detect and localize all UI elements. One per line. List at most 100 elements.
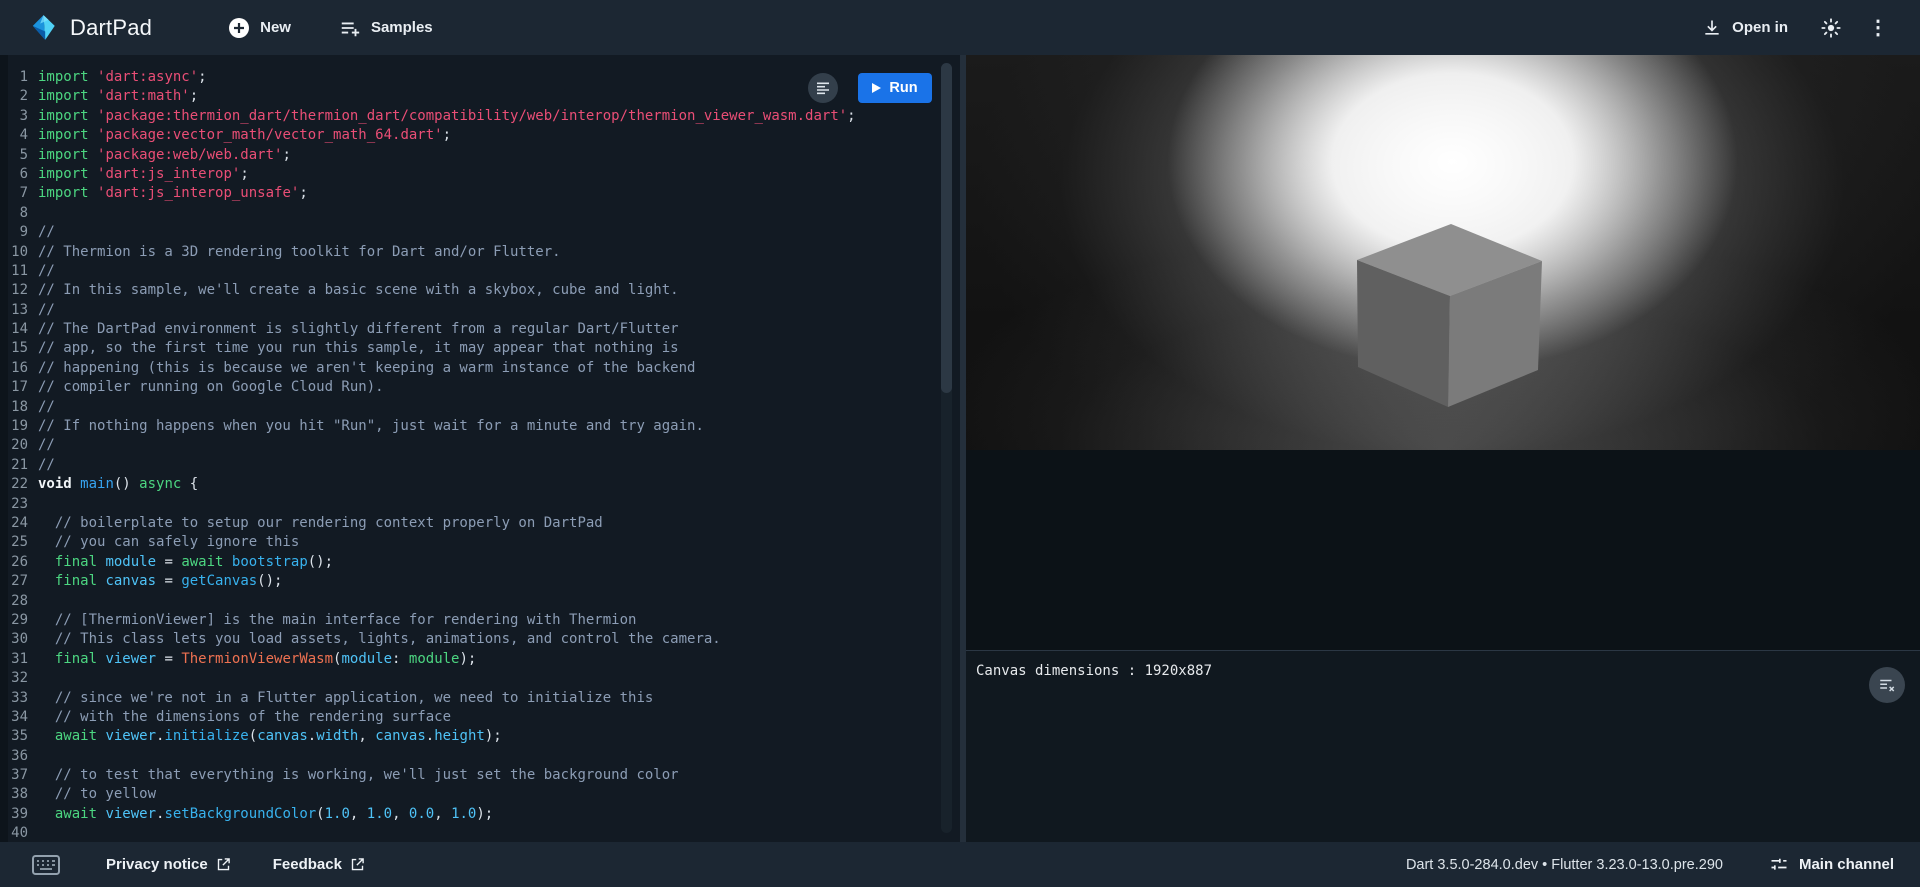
line-number: 9 xyxy=(0,223,34,242)
download-icon xyxy=(1702,18,1722,38)
format-icon xyxy=(815,80,831,96)
code-line: 10// Thermion is a 3D rendering toolkit … xyxy=(0,243,960,262)
line-number: 32 xyxy=(0,669,34,688)
channel-label: Main channel xyxy=(1799,856,1894,873)
keyboard-shortcuts-button[interactable] xyxy=(26,849,66,881)
code-line: 19// If nothing happens when you hit "Ru… xyxy=(0,417,960,436)
theme-toggle-button[interactable] xyxy=(1814,11,1848,45)
code-line: 28 xyxy=(0,592,960,611)
line-number: 35 xyxy=(0,727,34,746)
code-line: 24 // boilerplate to setup our rendering… xyxy=(0,514,960,533)
line-number: 34 xyxy=(0,708,34,727)
preview-background xyxy=(966,450,1920,650)
line-number: 36 xyxy=(0,747,34,766)
code-line: 16// happening (this is because we aren'… xyxy=(0,359,960,378)
app-title: DartPad xyxy=(70,15,152,41)
open-in-label: Open in xyxy=(1732,19,1788,36)
line-number: 8 xyxy=(0,204,34,223)
samples-button-label: Samples xyxy=(371,19,433,36)
line-number: 18 xyxy=(0,398,34,417)
line-number: 13 xyxy=(0,301,34,320)
line-number: 21 xyxy=(0,456,34,475)
code-line: 4import 'package:vector_math/vector_math… xyxy=(0,126,960,145)
run-button-label: Run xyxy=(889,80,917,96)
line-number: 15 xyxy=(0,339,34,358)
clear-console-button[interactable] xyxy=(1869,667,1905,703)
line-number: 24 xyxy=(0,514,34,533)
channel-selector[interactable]: Main channel xyxy=(1769,855,1894,875)
code-line: 35 await viewer.initialize(canvas.width,… xyxy=(0,727,960,746)
console-panel: Canvas dimensions : 1920x887 xyxy=(966,650,1920,842)
line-number: 16 xyxy=(0,359,34,378)
code-line: 22void main() async { xyxy=(0,475,960,494)
code-line: 39 await viewer.setBackgroundColor(1.0, … xyxy=(0,805,960,824)
privacy-notice-label: Privacy notice xyxy=(106,856,208,873)
code-line: 9// xyxy=(0,223,960,242)
code-line: 13// xyxy=(0,301,960,320)
line-number: 38 xyxy=(0,785,34,804)
run-button[interactable]: Run xyxy=(858,73,932,103)
header-bar: DartPad New Samples xyxy=(0,0,1920,55)
render-canvas[interactable] xyxy=(966,55,1920,450)
overflow-menu-button[interactable]: ⋮ xyxy=(1862,15,1894,41)
code-editor[interactable]: 1import 'dart:async';2import 'dart:math'… xyxy=(0,55,960,842)
line-number: 27 xyxy=(0,572,34,591)
line-number: 26 xyxy=(0,553,34,572)
line-number: 5 xyxy=(0,146,34,165)
editor-scrollbar-thumb[interactable] xyxy=(941,63,952,393)
open-in-new-icon xyxy=(350,857,365,872)
samples-button[interactable]: Samples xyxy=(329,9,443,47)
line-number: 31 xyxy=(0,650,34,669)
code-line: 31 final viewer = ThermionViewerWasm(mod… xyxy=(0,650,960,669)
new-button[interactable]: New xyxy=(218,9,301,47)
privacy-notice-link[interactable]: Privacy notice xyxy=(106,856,231,873)
code-line: 12// In this sample, we'll create a basi… xyxy=(0,281,960,300)
editor-scrollbar-track xyxy=(941,63,952,833)
line-number: 7 xyxy=(0,184,34,203)
code-line: 26 final module = await bootstrap(); xyxy=(0,553,960,572)
line-number: 14 xyxy=(0,320,34,339)
playlist-add-icon xyxy=(339,17,361,39)
line-number: 37 xyxy=(0,766,34,785)
open-in-new-icon xyxy=(216,857,231,872)
cube-render xyxy=(966,55,1920,450)
code-line: 6import 'dart:js_interop'; xyxy=(0,165,960,184)
code-line: 30 // This class lets you load assets, l… xyxy=(0,630,960,649)
line-number: 28 xyxy=(0,592,34,611)
code-line: 34 // with the dimensions of the renderi… xyxy=(0,708,960,727)
line-number: 39 xyxy=(0,805,34,824)
brightness-icon xyxy=(1820,17,1842,39)
code-line: 3import 'package:thermion_dart/thermion_… xyxy=(0,107,960,126)
code-line: 15// app, so the first time you run this… xyxy=(0,339,960,358)
code-line: 25 // you can safely ignore this xyxy=(0,533,960,552)
feedback-label: Feedback xyxy=(273,856,342,873)
console-output: Canvas dimensions : 1920x887 xyxy=(976,663,1212,679)
code-line: 21// xyxy=(0,456,960,475)
dart-logo-icon xyxy=(30,14,57,41)
play-icon xyxy=(872,83,881,93)
line-number: 40 xyxy=(0,824,34,842)
line-number: 22 xyxy=(0,475,34,494)
code-line: 20// xyxy=(0,436,960,455)
code-line: 7import 'dart:js_interop_unsafe'; xyxy=(0,184,960,203)
overflow-menu-icon: ⋮ xyxy=(1868,21,1888,35)
keyboard-icon xyxy=(32,855,60,875)
feedback-link[interactable]: Feedback xyxy=(273,856,365,873)
line-number: 23 xyxy=(0,495,34,514)
line-number: 20 xyxy=(0,436,34,455)
code-line: 40 xyxy=(0,824,960,842)
open-in-button[interactable]: Open in xyxy=(1692,10,1798,46)
format-button[interactable] xyxy=(808,73,838,103)
sdk-versions: Dart 3.5.0-284.0.dev • Flutter 3.23.0-13… xyxy=(1406,857,1723,873)
line-number: 17 xyxy=(0,378,34,397)
clear-console-icon xyxy=(1878,676,1896,694)
line-number: 6 xyxy=(0,165,34,184)
line-number: 29 xyxy=(0,611,34,630)
code-line: 23 xyxy=(0,495,960,514)
brand: DartPad xyxy=(30,14,152,41)
code-line: 17// compiler running on Google Cloud Ru… xyxy=(0,378,960,397)
line-number: 10 xyxy=(0,243,34,262)
tune-icon xyxy=(1769,855,1789,875)
line-number: 4 xyxy=(0,126,34,145)
line-number: 1 xyxy=(0,68,34,87)
